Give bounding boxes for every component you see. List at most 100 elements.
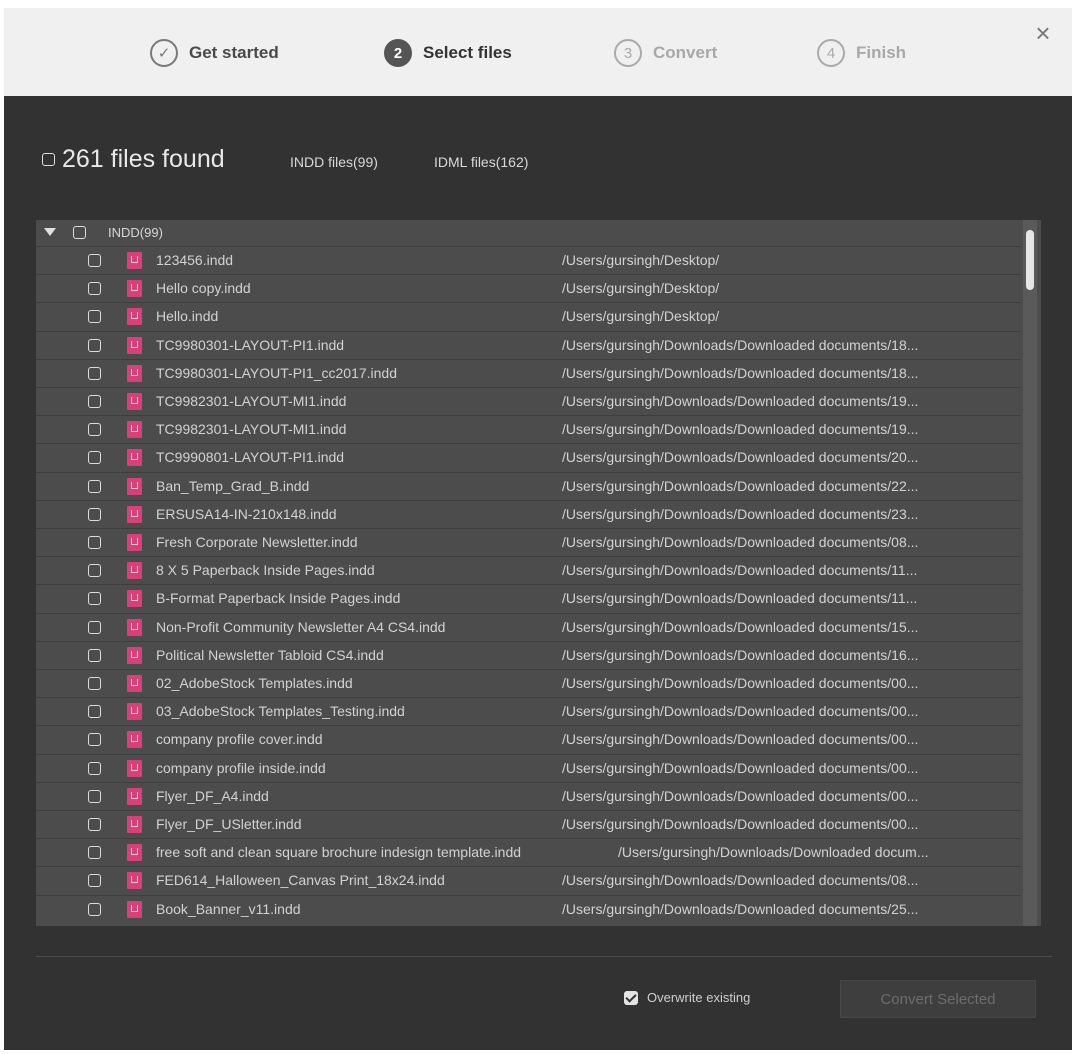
file-row[interactable]: TC9990801-LAYOUT-PI1.indd/Users/gursingh… xyxy=(36,443,1021,470)
file-path: /Users/gursingh/Downloads/Downloaded doc… xyxy=(562,421,919,438)
indd-file-icon xyxy=(127,816,142,833)
file-checkbox[interactable] xyxy=(88,620,101,634)
file-row[interactable]: company profile cover.indd/Users/gursing… xyxy=(36,725,1021,752)
file-row[interactable]: TC9980301-LAYOUT-PI1.indd/Users/gursingh… xyxy=(36,330,1021,358)
file-row[interactable]: Flyer_DF_USletter.indd/Users/gursingh/Do… xyxy=(36,810,1021,837)
file-checkbox[interactable] xyxy=(88,366,101,380)
group-row-indd[interactable]: INDD(99) xyxy=(36,220,1021,246)
file-row[interactable]: TC9982301-LAYOUT-MI1.indd/Users/gursingh… xyxy=(36,387,1021,414)
file-name: 03_AdobeStock Templates_Testing.indd xyxy=(156,703,405,720)
overwrite-label: Overwrite existing xyxy=(647,990,751,1005)
indd-file-icon xyxy=(127,308,142,326)
file-checkbox[interactable] xyxy=(88,282,101,296)
file-row[interactable]: TC9980301-LAYOUT-PI1_cc2017.indd/Users/g… xyxy=(36,358,1021,386)
file-name: B-Format Paperback Inside Pages.indd xyxy=(156,590,401,607)
file-row[interactable]: Fresh Corporate Newsletter.indd/Users/gu… xyxy=(36,528,1021,555)
file-path: /Users/gursingh/Desktop/ xyxy=(562,280,720,297)
indd-file-icon xyxy=(127,872,142,890)
step-finish: 4 Finish xyxy=(817,36,906,70)
indd-file-icon xyxy=(127,534,142,551)
file-checkbox[interactable] xyxy=(88,536,101,549)
stepper-header: ✓ Get started 2 Select files 3 Convert 4… xyxy=(4,8,1072,96)
file-path: /Users/gursingh/Downloads/Downloaded doc… xyxy=(562,562,918,579)
file-checkbox[interactable] xyxy=(88,705,101,719)
file-row[interactable]: 123456.indd/Users/gursingh/Desktop/ xyxy=(36,246,1021,273)
files-found-summary: 261 files found xyxy=(42,144,225,174)
file-row[interactable]: 03_AdobeStock Templates_Testing.indd/Use… xyxy=(36,697,1021,724)
file-row[interactable]: Political Newsletter Tabloid CS4.indd/Us… xyxy=(36,640,1021,668)
file-path: /Users/gursingh/Downloads/Downloaded doc… xyxy=(562,872,919,889)
file-checkbox[interactable] xyxy=(88,648,101,662)
file-checkbox[interactable] xyxy=(88,254,101,267)
indd-file-icon xyxy=(127,646,142,664)
step-number: 4 xyxy=(817,39,845,67)
scrollbar[interactable] xyxy=(1023,220,1037,926)
indd-file-icon xyxy=(127,590,142,608)
overwrite-existing-option[interactable]: Overwrite existing xyxy=(624,990,750,1005)
file-row[interactable]: free soft and clean square brochure inde… xyxy=(36,838,1021,865)
file-list: INDD(99) 123456.indd/Users/gursingh/Desk… xyxy=(36,220,1041,926)
file-checkbox[interactable] xyxy=(88,874,101,888)
triangle-down-icon[interactable] xyxy=(44,228,56,236)
file-checkbox[interactable] xyxy=(88,733,101,747)
file-checkbox[interactable] xyxy=(88,789,101,803)
indd-file-icon xyxy=(127,562,142,580)
file-checkbox[interactable] xyxy=(88,902,101,916)
file-row[interactable]: ERSUSA14-IN-210x148.indd/Users/gursingh/… xyxy=(36,499,1021,527)
file-path: /Users/gursingh/Downloads/Downloaded doc… xyxy=(562,364,919,381)
file-checkbox[interactable] xyxy=(88,395,101,408)
file-checkbox[interactable] xyxy=(88,423,101,437)
file-row[interactable]: Non-Profit Community Newsletter A4 CS4.i… xyxy=(36,612,1021,640)
file-checkbox[interactable] xyxy=(88,507,101,521)
overwrite-checkbox[interactable] xyxy=(624,990,638,1005)
group-checkbox[interactable] xyxy=(73,226,86,239)
scroll-thumb[interactable] xyxy=(1026,230,1034,290)
filter-indd-files[interactable]: INDD files(99) xyxy=(290,154,378,170)
file-name: 02_AdobeStock Templates.indd xyxy=(156,675,353,691)
file-path: /Users/gursingh/Downloads/Downloaded doc… xyxy=(562,336,919,353)
file-name: 8 X 5 Paperback Inside Pages.indd xyxy=(156,562,375,579)
file-path: /Users/gursingh/Desktop/ xyxy=(562,252,720,268)
indd-file-icon xyxy=(127,505,142,523)
indd-file-icon xyxy=(127,280,142,298)
file-path: /Users/gursingh/Downloads/Downloaded doc… xyxy=(562,505,919,522)
file-checkbox[interactable] xyxy=(88,677,101,690)
file-row[interactable]: 8 X 5 Paperback Inside Pages.indd/Users/… xyxy=(36,556,1021,583)
close-icon[interactable]: × xyxy=(1030,20,1056,46)
file-checkbox[interactable] xyxy=(88,818,101,831)
file-row[interactable]: Ban_Temp_Grad_B.indd/Users/gursingh/Down… xyxy=(36,471,1021,499)
file-row[interactable]: TC9982301-LAYOUT-MI1.indd/Users/gursingh… xyxy=(36,415,1021,442)
file-checkbox[interactable] xyxy=(88,592,101,606)
file-row[interactable]: Hello.indd/Users/gursingh/Desktop/ xyxy=(36,302,1021,329)
convert-selected-button[interactable]: Convert Selected xyxy=(840,980,1036,1018)
indd-file-icon xyxy=(127,787,142,805)
file-row[interactable]: 02_AdobeStock Templates.indd/Users/gursi… xyxy=(36,669,1021,696)
file-row[interactable]: Hello copy.indd/Users/gursingh/Desktop/ xyxy=(36,274,1021,301)
select-all-checkbox[interactable] xyxy=(42,152,55,166)
file-name: TC9980301-LAYOUT-PI1.indd xyxy=(156,336,345,353)
file-checkbox[interactable] xyxy=(88,564,101,578)
indd-file-icon xyxy=(127,900,142,918)
file-name: FED614_Halloween_Canvas Print_18x24.indd xyxy=(156,872,445,889)
step-label: Select files xyxy=(423,43,512,62)
file-checkbox[interactable] xyxy=(88,451,101,465)
file-row[interactable]: Flyer_DF_A4.indd/Users/gursingh/Download… xyxy=(36,781,1021,809)
file-checkbox[interactable] xyxy=(88,338,101,352)
file-path: /Users/gursingh/Downloads/Downloaded doc… xyxy=(618,844,929,861)
step-label: Finish xyxy=(856,43,907,62)
file-path: /Users/gursingh/Downloads/Downloaded doc… xyxy=(562,816,919,832)
file-checkbox[interactable] xyxy=(88,479,101,493)
indd-file-icon xyxy=(127,477,142,495)
file-name: ERSUSA14-IN-210x148.indd xyxy=(156,505,337,522)
file-checkbox[interactable] xyxy=(88,761,101,775)
file-checkbox[interactable] xyxy=(88,310,101,324)
file-path: /Users/gursingh/Downloads/Downloaded doc… xyxy=(562,703,919,720)
filter-idml-files[interactable]: IDML files(162) xyxy=(434,154,528,170)
file-row[interactable]: B-Format Paperback Inside Pages.indd/Use… xyxy=(36,584,1021,611)
file-row[interactable]: Book_Banner_v11.indd/Users/gursingh/Down… xyxy=(36,894,1021,922)
file-name: Non-Profit Community Newsletter A4 CS4.i… xyxy=(156,618,446,635)
file-path: /Users/gursingh/Downloads/Downloaded doc… xyxy=(562,393,919,409)
file-checkbox[interactable] xyxy=(88,846,101,860)
file-row[interactable]: FED614_Halloween_Canvas Print_18x24.indd… xyxy=(36,866,1021,893)
file-row[interactable]: company profile inside.indd/Users/gursin… xyxy=(36,753,1021,781)
